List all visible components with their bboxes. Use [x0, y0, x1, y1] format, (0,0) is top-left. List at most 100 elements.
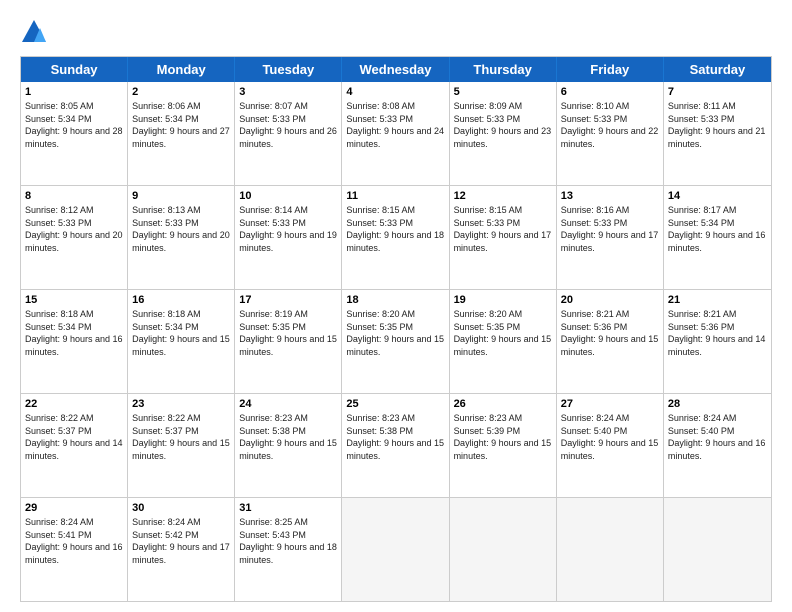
- header-day-monday: Monday: [128, 57, 235, 82]
- empty-cell: [664, 498, 771, 601]
- calendar-week-5: 29Sunrise: 8:24 AMSunset: 5:41 PMDayligh…: [21, 498, 771, 601]
- calendar-day-28: 28Sunrise: 8:24 AMSunset: 5:40 PMDayligh…: [664, 394, 771, 497]
- calendar-day-16: 16Sunrise: 8:18 AMSunset: 5:34 PMDayligh…: [128, 290, 235, 393]
- day-info: Sunrise: 8:18 AMSunset: 5:34 PMDaylight:…: [25, 309, 123, 357]
- empty-cell: [450, 498, 557, 601]
- calendar-day-13: 13Sunrise: 8:16 AMSunset: 5:33 PMDayligh…: [557, 186, 664, 289]
- calendar-day-2: 2Sunrise: 8:06 AMSunset: 5:34 PMDaylight…: [128, 82, 235, 185]
- day-number: 26: [454, 397, 552, 412]
- calendar-day-21: 21Sunrise: 8:21 AMSunset: 5:36 PMDayligh…: [664, 290, 771, 393]
- day-number: 14: [668, 189, 767, 204]
- logo: [20, 18, 50, 46]
- day-number: 9: [132, 189, 230, 204]
- day-info: Sunrise: 8:24 AMSunset: 5:42 PMDaylight:…: [132, 517, 230, 565]
- header-day-thursday: Thursday: [450, 57, 557, 82]
- day-info: Sunrise: 8:19 AMSunset: 5:35 PMDaylight:…: [239, 309, 337, 357]
- day-info: Sunrise: 8:23 AMSunset: 5:38 PMDaylight:…: [239, 413, 337, 461]
- day-info: Sunrise: 8:12 AMSunset: 5:33 PMDaylight:…: [25, 205, 123, 253]
- calendar-day-23: 23Sunrise: 8:22 AMSunset: 5:37 PMDayligh…: [128, 394, 235, 497]
- day-info: Sunrise: 8:24 AMSunset: 5:40 PMDaylight:…: [561, 413, 659, 461]
- day-info: Sunrise: 8:22 AMSunset: 5:37 PMDaylight:…: [25, 413, 123, 461]
- day-number: 1: [25, 85, 123, 100]
- day-info: Sunrise: 8:14 AMSunset: 5:33 PMDaylight:…: [239, 205, 337, 253]
- calendar-day-11: 11Sunrise: 8:15 AMSunset: 5:33 PMDayligh…: [342, 186, 449, 289]
- day-number: 22: [25, 397, 123, 412]
- header-day-sunday: Sunday: [21, 57, 128, 82]
- calendar-day-10: 10Sunrise: 8:14 AMSunset: 5:33 PMDayligh…: [235, 186, 342, 289]
- header-day-friday: Friday: [557, 57, 664, 82]
- day-info: Sunrise: 8:21 AMSunset: 5:36 PMDaylight:…: [561, 309, 659, 357]
- calendar-day-31: 31Sunrise: 8:25 AMSunset: 5:43 PMDayligh…: [235, 498, 342, 601]
- day-number: 3: [239, 85, 337, 100]
- calendar-body: 1Sunrise: 8:05 AMSunset: 5:34 PMDaylight…: [21, 82, 771, 601]
- day-number: 21: [668, 293, 767, 308]
- day-number: 30: [132, 501, 230, 516]
- day-info: Sunrise: 8:13 AMSunset: 5:33 PMDaylight:…: [132, 205, 230, 253]
- day-number: 6: [561, 85, 659, 100]
- day-number: 17: [239, 293, 337, 308]
- day-number: 10: [239, 189, 337, 204]
- day-number: 29: [25, 501, 123, 516]
- header-day-saturday: Saturday: [664, 57, 771, 82]
- day-info: Sunrise: 8:11 AMSunset: 5:33 PMDaylight:…: [668, 101, 766, 149]
- calendar-week-1: 1Sunrise: 8:05 AMSunset: 5:34 PMDaylight…: [21, 82, 771, 186]
- day-info: Sunrise: 8:09 AMSunset: 5:33 PMDaylight:…: [454, 101, 552, 149]
- calendar-week-3: 15Sunrise: 8:18 AMSunset: 5:34 PMDayligh…: [21, 290, 771, 394]
- calendar-day-15: 15Sunrise: 8:18 AMSunset: 5:34 PMDayligh…: [21, 290, 128, 393]
- day-info: Sunrise: 8:06 AMSunset: 5:34 PMDaylight:…: [132, 101, 230, 149]
- calendar-day-18: 18Sunrise: 8:20 AMSunset: 5:35 PMDayligh…: [342, 290, 449, 393]
- calendar-day-8: 8Sunrise: 8:12 AMSunset: 5:33 PMDaylight…: [21, 186, 128, 289]
- header: [20, 18, 772, 46]
- day-number: 5: [454, 85, 552, 100]
- day-info: Sunrise: 8:17 AMSunset: 5:34 PMDaylight:…: [668, 205, 766, 253]
- day-info: Sunrise: 8:07 AMSunset: 5:33 PMDaylight:…: [239, 101, 337, 149]
- calendar-day-12: 12Sunrise: 8:15 AMSunset: 5:33 PMDayligh…: [450, 186, 557, 289]
- empty-cell: [557, 498, 664, 601]
- calendar-day-25: 25Sunrise: 8:23 AMSunset: 5:38 PMDayligh…: [342, 394, 449, 497]
- day-info: Sunrise: 8:15 AMSunset: 5:33 PMDaylight:…: [346, 205, 444, 253]
- day-number: 25: [346, 397, 444, 412]
- day-number: 13: [561, 189, 659, 204]
- calendar-week-4: 22Sunrise: 8:22 AMSunset: 5:37 PMDayligh…: [21, 394, 771, 498]
- day-info: Sunrise: 8:25 AMSunset: 5:43 PMDaylight:…: [239, 517, 337, 565]
- day-info: Sunrise: 8:05 AMSunset: 5:34 PMDaylight:…: [25, 101, 123, 149]
- day-number: 31: [239, 501, 337, 516]
- calendar-day-17: 17Sunrise: 8:19 AMSunset: 5:35 PMDayligh…: [235, 290, 342, 393]
- calendar-day-20: 20Sunrise: 8:21 AMSunset: 5:36 PMDayligh…: [557, 290, 664, 393]
- day-number: 28: [668, 397, 767, 412]
- day-info: Sunrise: 8:20 AMSunset: 5:35 PMDaylight:…: [346, 309, 444, 357]
- calendar-header: SundayMondayTuesdayWednesdayThursdayFrid…: [21, 57, 771, 82]
- calendar-day-27: 27Sunrise: 8:24 AMSunset: 5:40 PMDayligh…: [557, 394, 664, 497]
- day-info: Sunrise: 8:16 AMSunset: 5:33 PMDaylight:…: [561, 205, 659, 253]
- day-info: Sunrise: 8:08 AMSunset: 5:33 PMDaylight:…: [346, 101, 444, 149]
- empty-cell: [342, 498, 449, 601]
- day-number: 11: [346, 189, 444, 204]
- calendar-day-3: 3Sunrise: 8:07 AMSunset: 5:33 PMDaylight…: [235, 82, 342, 185]
- day-number: 24: [239, 397, 337, 412]
- calendar-day-30: 30Sunrise: 8:24 AMSunset: 5:42 PMDayligh…: [128, 498, 235, 601]
- day-number: 18: [346, 293, 444, 308]
- calendar-day-1: 1Sunrise: 8:05 AMSunset: 5:34 PMDaylight…: [21, 82, 128, 185]
- day-number: 12: [454, 189, 552, 204]
- day-number: 20: [561, 293, 659, 308]
- calendar-week-2: 8Sunrise: 8:12 AMSunset: 5:33 PMDaylight…: [21, 186, 771, 290]
- calendar: SundayMondayTuesdayWednesdayThursdayFrid…: [20, 56, 772, 602]
- day-info: Sunrise: 8:24 AMSunset: 5:41 PMDaylight:…: [25, 517, 123, 565]
- calendar-day-4: 4Sunrise: 8:08 AMSunset: 5:33 PMDaylight…: [342, 82, 449, 185]
- calendar-day-5: 5Sunrise: 8:09 AMSunset: 5:33 PMDaylight…: [450, 82, 557, 185]
- day-number: 15: [25, 293, 123, 308]
- calendar-day-22: 22Sunrise: 8:22 AMSunset: 5:37 PMDayligh…: [21, 394, 128, 497]
- calendar-day-6: 6Sunrise: 8:10 AMSunset: 5:33 PMDaylight…: [557, 82, 664, 185]
- calendar-day-9: 9Sunrise: 8:13 AMSunset: 5:33 PMDaylight…: [128, 186, 235, 289]
- day-info: Sunrise: 8:22 AMSunset: 5:37 PMDaylight:…: [132, 413, 230, 461]
- day-info: Sunrise: 8:18 AMSunset: 5:34 PMDaylight:…: [132, 309, 230, 357]
- logo-icon: [20, 18, 48, 46]
- day-number: 19: [454, 293, 552, 308]
- day-info: Sunrise: 8:10 AMSunset: 5:33 PMDaylight:…: [561, 101, 659, 149]
- day-number: 23: [132, 397, 230, 412]
- day-info: Sunrise: 8:20 AMSunset: 5:35 PMDaylight:…: [454, 309, 552, 357]
- calendar-day-7: 7Sunrise: 8:11 AMSunset: 5:33 PMDaylight…: [664, 82, 771, 185]
- day-info: Sunrise: 8:23 AMSunset: 5:39 PMDaylight:…: [454, 413, 552, 461]
- page: SundayMondayTuesdayWednesdayThursdayFrid…: [0, 0, 792, 612]
- calendar-day-19: 19Sunrise: 8:20 AMSunset: 5:35 PMDayligh…: [450, 290, 557, 393]
